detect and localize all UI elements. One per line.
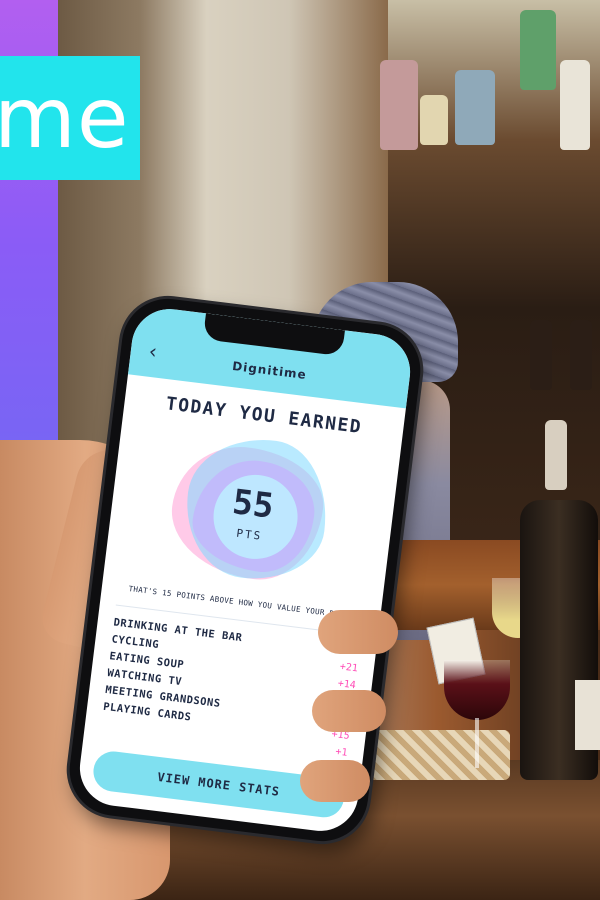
table-cloth: [360, 730, 510, 780]
score-graphic: 55 PTS: [163, 429, 340, 597]
activity-delta: +21: [339, 661, 359, 675]
finger: [300, 760, 370, 802]
decor-bottle: [420, 95, 448, 145]
brand-text: me: [0, 69, 130, 167]
wine-bottle-label: [575, 680, 600, 750]
activity-delta: +1: [334, 746, 349, 759]
finger: [312, 690, 386, 732]
decor-bottle: [545, 420, 567, 490]
decor-bottle: [380, 60, 418, 150]
finger: [318, 610, 398, 654]
phone: ‹ Dignitime TODAY YOU EARNED 55 PTS THAT…: [64, 293, 426, 847]
app-title: Dignitime: [231, 358, 308, 383]
decor-bottle: [455, 70, 495, 145]
decor-bottle: [570, 320, 592, 390]
decor-bottle: [520, 10, 556, 90]
decor-bottle: [530, 320, 552, 390]
wine-glass-stem: [475, 718, 479, 768]
phone-screen: ‹ Dignitime TODAY YOU EARNED 55 PTS THAT…: [75, 304, 415, 836]
decor-bottle: [560, 60, 590, 150]
brand-banner: me: [0, 56, 140, 180]
